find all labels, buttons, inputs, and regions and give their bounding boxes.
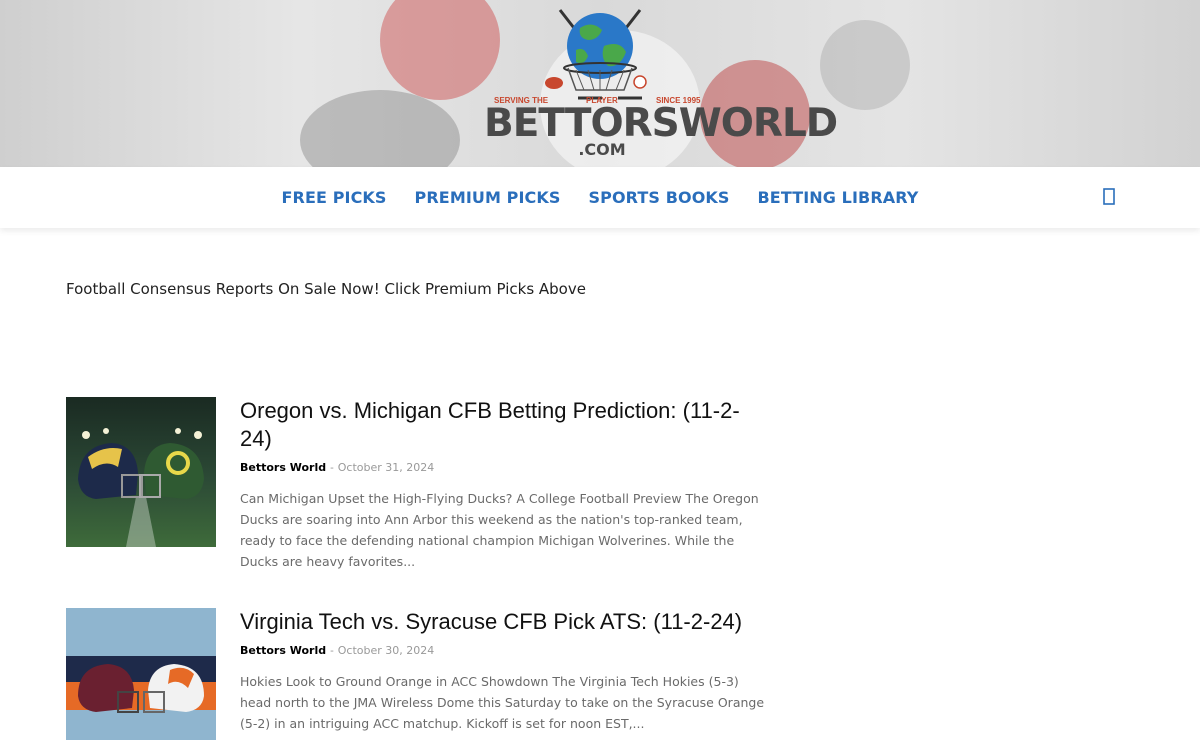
post-thumbnail[interactable]	[66, 397, 216, 547]
meta-separator: -	[330, 645, 334, 657]
post-item: Oregon vs. Michigan CFB Betting Predicti…	[66, 397, 766, 577]
football-helmets-image	[66, 397, 216, 547]
post-excerpt: Can Michigan Upset the High-Flying Ducks…	[240, 491, 759, 569]
post-thumbnail[interactable]	[66, 608, 216, 740]
nav-item-free-picks[interactable]: FREE PICKS	[282, 188, 387, 207]
post-title[interactable]: Virginia Tech vs. Syracuse CFB Pick ATS:…	[240, 608, 766, 636]
logo-wordmark: BETTORSWORLD	[484, 101, 838, 146]
post-content: Virginia Tech vs. Syracuse CFB Pick ATS:…	[240, 608, 766, 734]
main-navigation: FREE PICKS PREMIUM PICKS SPORTS BOOKS BE…	[0, 167, 1200, 228]
banner-decoration	[300, 90, 460, 167]
post-meta: Bettors World - October 30, 2024	[240, 644, 766, 658]
post-author[interactable]: Bettors World	[240, 644, 326, 657]
promo-notice: Football Consensus Reports On Sale Now! …	[66, 280, 586, 298]
football-helmets-image	[66, 608, 216, 740]
post-title[interactable]: Oregon vs. Michigan CFB Betting Predicti…	[240, 397, 766, 453]
nav-item-betting-library[interactable]: BETTING LIBRARY	[758, 188, 919, 207]
post-date: October 30, 2024	[337, 644, 435, 657]
logo-domain-suffix: .COM	[578, 140, 626, 159]
post-excerpt: Hokies Look to Ground Orange in ACC Show…	[240, 674, 765, 731]
banner-decoration	[820, 20, 910, 110]
nav-menu: FREE PICKS PREMIUM PICKS SPORTS BOOKS BE…	[0, 167, 1200, 228]
nav-item-premium-picks[interactable]: PREMIUM PICKS	[415, 188, 561, 207]
post-date: October 31, 2024	[337, 461, 435, 474]
post-meta: Bettors World - October 31, 2024	[240, 461, 766, 475]
post-content: Oregon vs. Michigan CFB Betting Predicti…	[240, 397, 766, 572]
post-item: Virginia Tech vs. Syracuse CFB Pick ATS:…	[66, 608, 766, 740]
nav-item-sports-books[interactable]: SPORTS BOOKS	[589, 188, 730, 207]
post-author[interactable]: Bettors World	[240, 461, 326, 474]
search-icon[interactable]	[1103, 188, 1115, 205]
meta-separator: -	[330, 462, 334, 474]
